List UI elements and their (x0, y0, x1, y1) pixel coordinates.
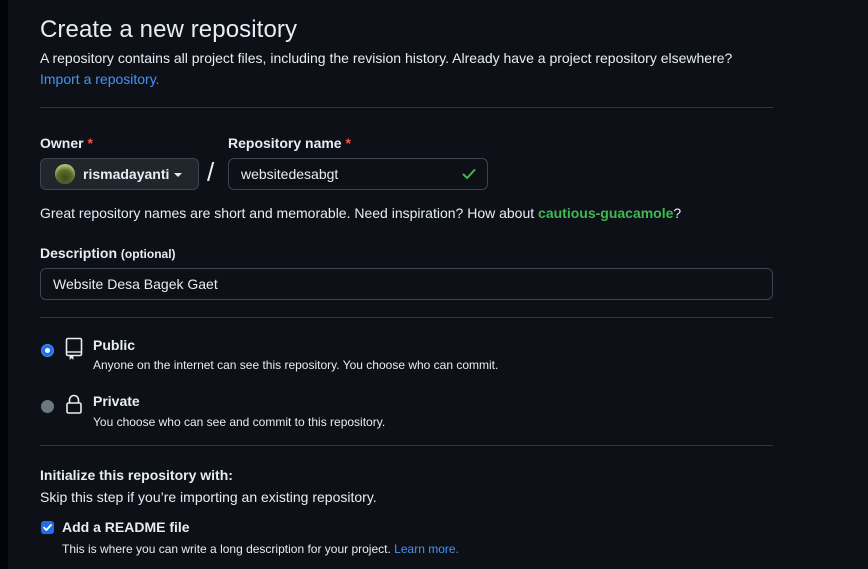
owner-dropdown-button[interactable]: rismadayanti (40, 158, 199, 190)
import-repository-link[interactable]: Import a repository. (40, 71, 160, 87)
check-icon (462, 169, 476, 179)
public-description: Anyone on the internet can see this repo… (93, 358, 499, 372)
owner-repo-separator: / (207, 157, 215, 187)
divider (40, 445, 773, 446)
repository-name-field (228, 158, 488, 190)
divider (40, 107, 773, 108)
public-radio[interactable] (41, 344, 54, 357)
private-radio[interactable] (41, 400, 54, 413)
avatar (55, 164, 75, 184)
readme-checkbox[interactable] (41, 521, 54, 534)
owner-label: Owner * (40, 135, 93, 151)
owner-name: rismadayanti (83, 166, 170, 182)
public-title: Public (93, 337, 136, 353)
readme-label[interactable]: Add a README file (62, 519, 190, 535)
required-asterisk: * (345, 135, 351, 151)
initialize-subtitle: Skip this step if you’re importing an ex… (40, 489, 377, 505)
repo-book-icon (65, 337, 83, 360)
private-title: Private (93, 393, 140, 409)
description-input[interactable] (40, 268, 773, 300)
repository-name-label: Repository name * (228, 135, 351, 151)
lock-icon (66, 394, 82, 414)
repository-name-input[interactable] (229, 159, 449, 189)
caret-down-icon (174, 173, 183, 177)
required-asterisk: * (87, 135, 93, 151)
checkmark-icon (43, 524, 52, 531)
divider (40, 317, 773, 318)
description-label: Description (optional) (40, 245, 176, 261)
page-subtitle: A repository contains all project files,… (40, 50, 733, 66)
learn-more-link[interactable]: Learn more. (394, 542, 459, 556)
readme-description: This is where you can write a long descr… (62, 542, 459, 556)
repository-name-hint: Great repository names are short and mem… (40, 205, 682, 221)
page-title: Create a new repository (40, 16, 298, 43)
initialize-heading: Initialize this repository with: (40, 467, 233, 483)
private-description: You choose who can see and commit to thi… (93, 415, 386, 429)
name-suggestion[interactable]: cautious-guacamole (538, 205, 673, 221)
window-frame-edge (0, 0, 8, 569)
